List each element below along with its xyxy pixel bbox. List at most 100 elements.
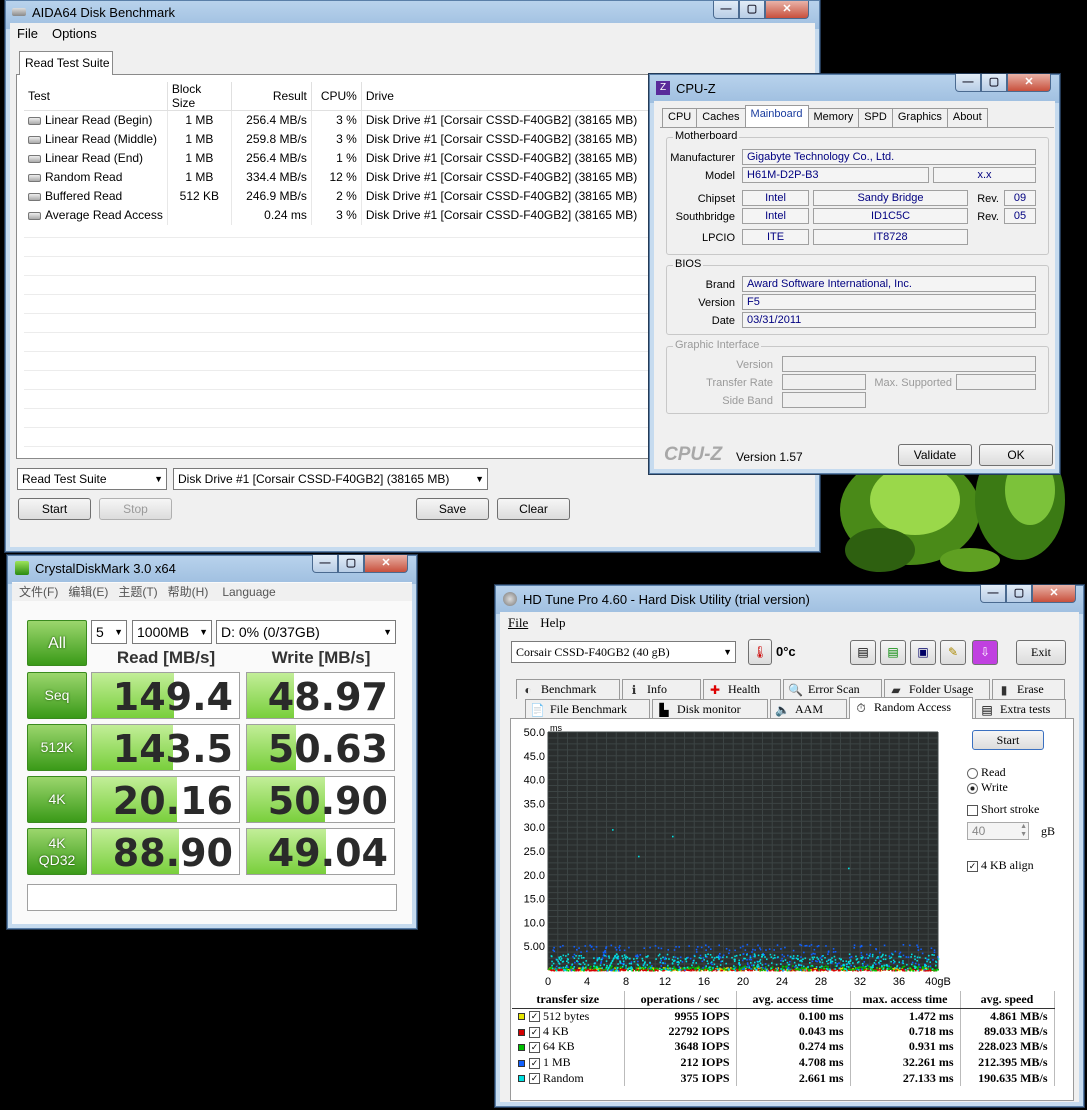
close-icon[interactable]: ✕ bbox=[1032, 585, 1076, 603]
tab-caches[interactable]: Caches bbox=[696, 108, 746, 127]
test-size-select[interactable]: 1000MB ▼ bbox=[132, 620, 212, 644]
validate-button[interactable]: Validate bbox=[898, 444, 972, 466]
menu-options[interactable]: Options bbox=[52, 24, 97, 44]
minimize-icon[interactable]: — bbox=[312, 555, 338, 573]
minimize-icon[interactable]: — bbox=[713, 1, 739, 19]
table-row[interactable]: Linear Read (Middle) 1 MB 259.8 MB/s 3 % Dis… bbox=[24, 129, 652, 149]
menu-file[interactable]: 文件(F) bbox=[19, 583, 58, 601]
tab-aam[interactable]: 🔈 AAM bbox=[770, 699, 847, 719]
tab-disk-monitor[interactable]: ▙ Disk monitor bbox=[652, 699, 768, 719]
checkbox-checked-icon[interactable]: ✓ bbox=[529, 1011, 540, 1023]
aida64-titlebar[interactable]: AIDA64 Disk Benchmark bbox=[6, 1, 819, 23]
all-button[interactable]: All bbox=[27, 620, 87, 666]
scatter-point bbox=[759, 958, 762, 961]
col-drive[interactable]: Drive bbox=[361, 82, 652, 111]
tab-extra-tests[interactable]: ▤ Extra tests bbox=[975, 699, 1066, 719]
tab-graphics[interactable]: Graphics bbox=[891, 108, 948, 127]
menu-theme[interactable]: 主题(T) bbox=[118, 583, 157, 601]
close-icon[interactable]: ✕ bbox=[765, 1, 809, 19]
drive-select[interactable]: Disk Drive #1 [Corsair CSSD-F40GB2] (381… bbox=[173, 468, 488, 490]
start-button[interactable]: Start bbox=[18, 498, 91, 520]
checkbox-checked-icon[interactable]: ✓ bbox=[529, 1073, 540, 1085]
drive-select[interactable]: Corsair CSSD-F40GB2 (40 gB) ▼ bbox=[511, 641, 736, 663]
tab-about[interactable]: About bbox=[946, 108, 988, 127]
table-row[interactable]: Linear Read (End) 1 MB 256.4 MB/s 1 % Disk D… bbox=[24, 148, 652, 168]
run-512k-button[interactable]: 512K bbox=[27, 724, 87, 771]
exit-button[interactable]: Exit bbox=[1016, 640, 1066, 665]
checkbox-checked-icon[interactable]: ✓ bbox=[529, 1042, 540, 1054]
hdtune-titlebar[interactable]: HD Tune Pro 4.60 - Hard Disk Utility (tr… bbox=[497, 588, 937, 610]
tab-benchmark[interactable]: ◐ Benchmark bbox=[516, 679, 620, 699]
maximize-icon[interactable]: ▢ bbox=[981, 74, 1007, 92]
table-row[interactable]: Buffered Read 512 KB 246.9 MB/s 2 % Disk Dri… bbox=[24, 186, 652, 206]
start-button[interactable]: Start bbox=[972, 730, 1044, 750]
run-4k-qd32-button[interactable]: 4K QD32 bbox=[27, 828, 87, 875]
tab-memory[interactable]: Memory bbox=[807, 108, 860, 127]
scatter-point bbox=[931, 968, 934, 970]
scatter-point bbox=[769, 953, 772, 956]
col-block-size[interactable]: Block Size bbox=[167, 82, 232, 111]
short-stroke-spinner[interactable]: 40 ▲ ▼ bbox=[967, 822, 1029, 840]
minimize-icon[interactable]: — bbox=[955, 74, 981, 92]
close-icon[interactable]: ✕ bbox=[1007, 74, 1051, 92]
minimize-icon[interactable]: — bbox=[980, 585, 1006, 603]
menu-help[interactable]: 帮助(H) bbox=[168, 583, 209, 601]
suite-select[interactable]: Read Test Suite ▼ bbox=[17, 468, 167, 490]
maximize-icon[interactable]: ▢ bbox=[1006, 585, 1032, 603]
cpuz-titlebar[interactable]: Z CPU-Z bbox=[650, 77, 950, 99]
options-icon[interactable]: ✎ bbox=[940, 640, 966, 665]
ok-button[interactable]: OK bbox=[979, 444, 1053, 466]
run-seq-button[interactable]: Seq bbox=[27, 672, 87, 719]
menu-file[interactable]: File bbox=[17, 24, 38, 44]
align-checkbox[interactable]: ✓ 4 KB align bbox=[967, 858, 1034, 873]
short-stroke-checkbox[interactable]: Short stroke bbox=[967, 802, 1039, 817]
run-4k-button[interactable]: 4K bbox=[27, 776, 87, 823]
drive-select[interactable]: D: 0% (0/37GB) ▼ bbox=[216, 620, 396, 644]
clear-button[interactable]: Clear bbox=[497, 498, 570, 520]
scatter-point bbox=[898, 955, 900, 958]
cdm-comment-field[interactable] bbox=[27, 884, 397, 911]
tab-cpu[interactable]: CPU bbox=[662, 108, 698, 127]
tab-erase[interactable]: ▮ Erase bbox=[992, 679, 1065, 699]
read-radio[interactable]: Read bbox=[967, 765, 1006, 780]
tab-spd[interactable]: SPD bbox=[858, 108, 893, 127]
tab-file-benchmark[interactable]: 📄 File Benchmark bbox=[525, 699, 650, 719]
tab-error-scan[interactable]: 🔍 Error Scan bbox=[783, 679, 882, 699]
transfer-size[interactable]: ✓ 512 bytes bbox=[512, 1008, 625, 1024]
write-radio[interactable]: Write bbox=[967, 780, 1008, 795]
tab-folder-usage[interactable]: ▰ Folder Usage bbox=[884, 679, 990, 699]
col-test[interactable]: Test bbox=[24, 82, 168, 111]
tab-mainboard[interactable]: Mainboard bbox=[744, 105, 809, 127]
menu-edit[interactable]: 编辑(E) bbox=[68, 583, 108, 601]
tab-random-access[interactable]: ⏱ Random Access bbox=[849, 697, 973, 719]
col-cpu[interactable]: CPU% bbox=[311, 82, 362, 111]
download-icon[interactable]: ⇩ bbox=[972, 640, 998, 665]
save-icon[interactable]: ▣ bbox=[910, 640, 936, 665]
transfer-size[interactable]: ✓ Random bbox=[512, 1070, 625, 1086]
copy-screenshot-icon[interactable]: ▤ bbox=[880, 640, 906, 665]
table-row[interactable]: Linear Read (Begin) 1 MB 256.4 MB/s 3 % Disk… bbox=[24, 110, 652, 130]
stop-button[interactable]: Stop bbox=[99, 498, 172, 520]
maximize-icon[interactable]: ▢ bbox=[338, 555, 364, 573]
run-count-select[interactable]: 5 ▼ bbox=[91, 620, 127, 644]
menu-help[interactable]: Help bbox=[540, 613, 565, 633]
checkbox-checked-icon[interactable]: ✓ bbox=[529, 1026, 540, 1038]
cdm-titlebar[interactable]: CrystalDiskMark 3.0 x64 bbox=[9, 557, 309, 579]
scatter-point bbox=[848, 968, 850, 971]
menu-file[interactable]: File bbox=[508, 613, 528, 633]
menu-language[interactable]: Language bbox=[222, 583, 275, 601]
tab-info[interactable]: ℹ Info bbox=[622, 679, 701, 699]
close-icon[interactable]: ✕ bbox=[364, 555, 408, 573]
save-button[interactable]: Save bbox=[416, 498, 489, 520]
tab-health[interactable]: ✚ Health bbox=[703, 679, 781, 699]
col-result[interactable]: Result bbox=[231, 82, 312, 111]
tab-read-test-suite[interactable]: Read Test Suite bbox=[19, 51, 113, 75]
maximize-icon[interactable]: ▢ bbox=[739, 1, 765, 19]
transfer-size[interactable]: ✓ 64 KB bbox=[512, 1039, 625, 1055]
table-row[interactable]: Random Read 1 MB 334.4 MB/s 12 % Disk Drive … bbox=[24, 167, 652, 187]
checkbox-checked-icon[interactable]: ✓ bbox=[529, 1057, 540, 1069]
transfer-size[interactable]: ✓ 4 KB bbox=[512, 1023, 625, 1040]
table-row[interactable]: Average Read Access 0.24 ms 3 % Disk Drive … bbox=[24, 205, 652, 225]
copy-info-icon[interactable]: ▤ bbox=[850, 640, 876, 665]
transfer-size[interactable]: ✓ 1 MB bbox=[512, 1054, 625, 1071]
